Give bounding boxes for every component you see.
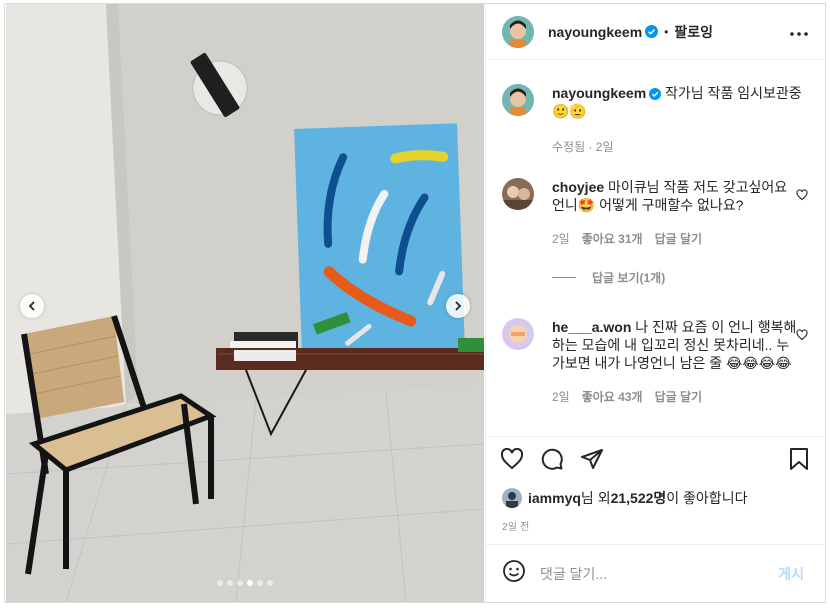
comment-likes[interactable]: 좋아요 43개 [582, 388, 643, 405]
heart-outline-icon [796, 329, 808, 341]
comment-time: 2일 [552, 232, 570, 246]
author-username[interactable]: nayoungkeem [548, 24, 642, 40]
comment-time: 2일 [552, 390, 570, 404]
comment-bubble-icon [541, 448, 563, 470]
comment-input[interactable]: 댓글 달기... [540, 564, 778, 584]
previous-photo-button[interactable] [20, 294, 44, 318]
likes-middle-text: 님 외 [580, 490, 611, 506]
next-photo-button[interactable] [446, 294, 470, 318]
chevron-right-icon [455, 301, 462, 311]
comment-username[interactable]: he___a.won [552, 319, 631, 335]
verified-badge-icon [649, 88, 662, 101]
carousel-dot [217, 580, 223, 586]
post-photo [6, 4, 484, 602]
verified-badge-icon [645, 25, 659, 38]
separator-dot: • [664, 24, 669, 39]
carousel-dot [267, 580, 273, 586]
carousel-dot [247, 580, 253, 586]
like-button[interactable] [500, 447, 524, 476]
comment-button[interactable] [540, 447, 564, 476]
post-dialog: nayoungkeem • 팔로잉 nayoungkeem 작가님 작품 임시보… [0, 0, 830, 608]
room-scene-image [6, 4, 484, 602]
post-sidebar: nayoungkeem • 팔로잉 nayoungkeem 작가님 작품 임시보… [485, 4, 824, 602]
smiley-icon [503, 560, 525, 582]
profile-photo-icon [502, 15, 534, 48]
profile-photo-icon [502, 84, 534, 116]
profile-photo-icon [502, 488, 522, 508]
carousel-indicator [6, 580, 484, 586]
comment-item: he___a.won 나 진짜 요즘 이 언니 행복해하는 모습에 내 입꼬리 … [502, 318, 812, 405]
more-options-icon [790, 31, 808, 36]
liker-avatar[interactable] [502, 488, 522, 508]
reply-button[interactable]: 답글 달기 [655, 230, 703, 247]
carousel-dot [237, 580, 243, 586]
comment-likes[interactable]: 좋아요 31개 [582, 230, 643, 247]
comment-like-button[interactable] [796, 328, 808, 346]
post-timestamp: 2일 전 [502, 522, 530, 533]
caption-emoji: 🙂🫡 [552, 103, 587, 119]
likes-count[interactable]: 21,522명 [611, 488, 667, 508]
caption-avatar[interactable] [502, 84, 534, 116]
carousel-dot [257, 580, 263, 586]
caption-text: 작가님 작품 임시보관중 [665, 85, 802, 101]
bookmark-icon [790, 448, 808, 470]
likes-summary: iammyq 님 외 21,522명 이 좋아합니다 [502, 488, 747, 508]
caption-meta: 수정됨 · 2일 [552, 140, 614, 154]
post-caption: nayoungkeem 작가님 작품 임시보관중 🙂🫡 수정됨 · 2일 [502, 84, 812, 155]
save-button[interactable] [788, 447, 810, 476]
more-options-button[interactable] [790, 23, 808, 41]
profile-photo-icon [502, 318, 534, 350]
post-comment-button[interactable]: 게시 [778, 564, 804, 584]
comment-like-button[interactable] [796, 188, 808, 206]
likes-suffix-text: 이 좋아합니다 [666, 490, 748, 506]
view-replies-button[interactable]: 답글 보기(1개) [552, 269, 800, 286]
heart-outline-icon [796, 189, 808, 201]
paper-plane-icon [581, 449, 603, 469]
reply-button[interactable]: 답글 달기 [655, 388, 703, 405]
comment-username[interactable]: choyjee [552, 179, 604, 195]
comment-composer: 댓글 달기... 게시 [486, 544, 824, 602]
heart-icon [500, 447, 524, 470]
profile-photo-icon [502, 178, 534, 210]
author-avatar[interactable] [502, 15, 534, 48]
chevron-left-icon [28, 301, 35, 311]
comment-item: choyjee 마이큐님 작품 저도 갖고싶어요 언니🤩 어떻게 구매할수 없나… [502, 178, 812, 286]
commenter-avatar[interactable] [502, 178, 534, 210]
liker-username[interactable]: iammyq [528, 490, 581, 506]
caption-username[interactable]: nayoungkeem [552, 85, 646, 101]
view-replies-label[interactable]: 답글 보기(1개) [592, 269, 665, 286]
commenter-avatar[interactable] [502, 318, 534, 350]
carousel-dot [227, 580, 233, 586]
post-header: nayoungkeem • 팔로잉 [486, 4, 824, 60]
emoji-button[interactable] [502, 559, 526, 588]
share-button[interactable] [580, 447, 604, 476]
following-button[interactable]: 팔로잉 [674, 22, 713, 42]
post-actions [486, 436, 824, 496]
